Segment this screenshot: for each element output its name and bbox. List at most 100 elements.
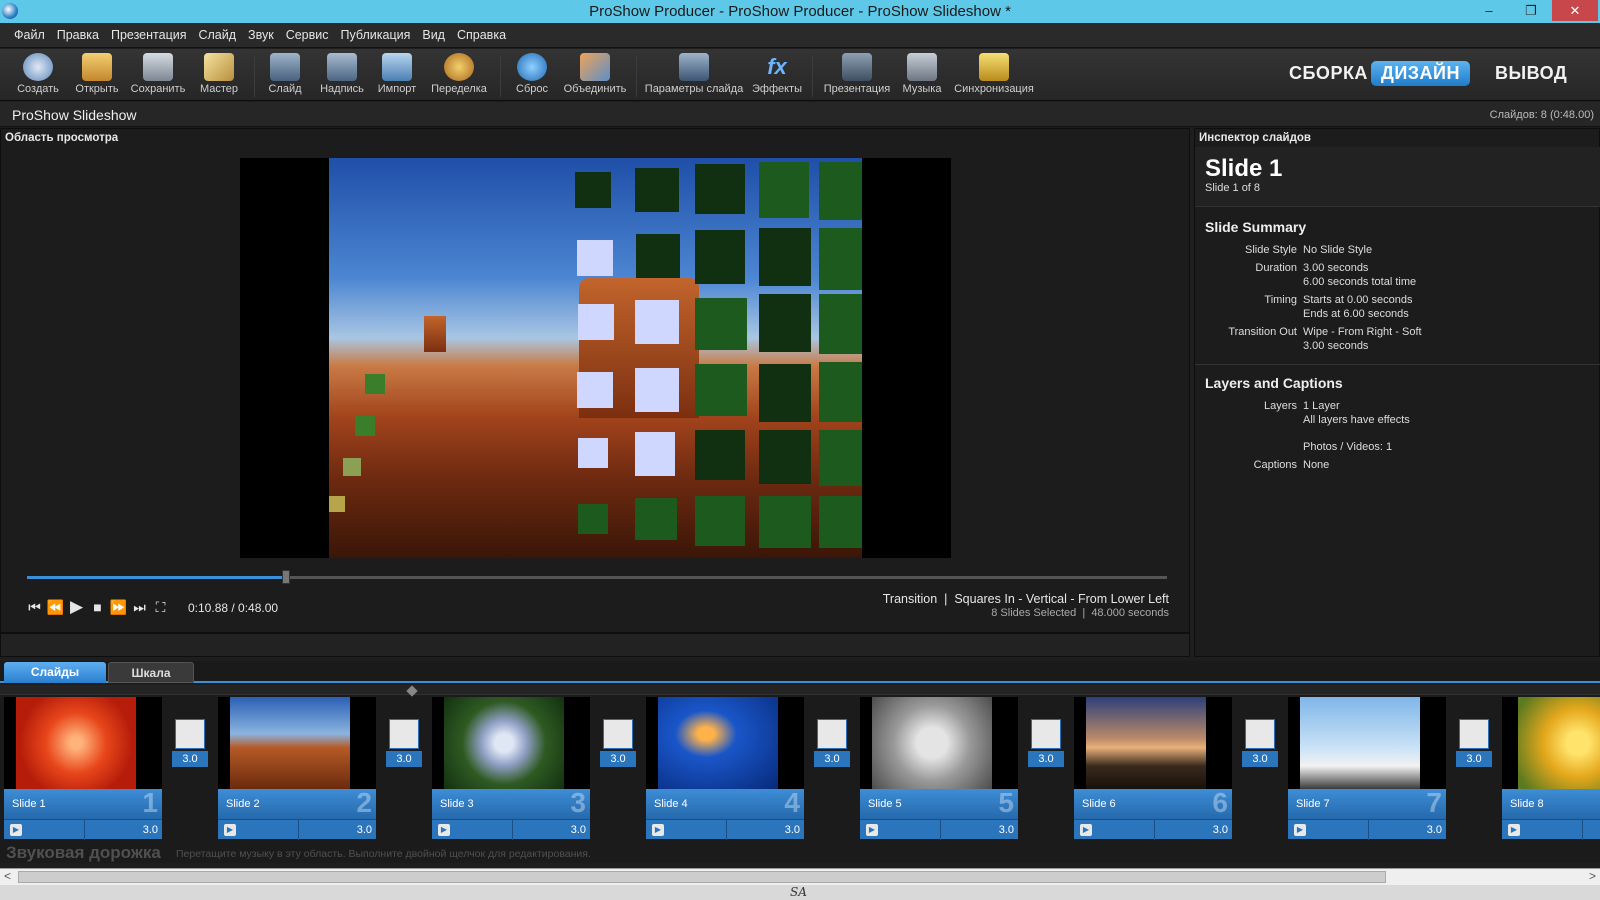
slide-card[interactable]: Slide 6 6 ▶ 3.0 — [1074, 697, 1232, 842]
effects-button[interactable]: fx Эффекты — [752, 53, 802, 95]
merge-button[interactable]: Объединить — [561, 53, 629, 95]
merge-label: Объединить — [563, 83, 627, 95]
music-button[interactable]: Музыка — [898, 53, 946, 95]
close-button[interactable]: ✕ — [1552, 0, 1598, 21]
horizontal-scrollbar[interactable]: < > — [0, 868, 1600, 885]
transition-cell[interactable]: 3.0 — [1242, 719, 1278, 767]
mode-build-button[interactable]: СБОРКА — [1289, 63, 1368, 84]
slide-image — [1300, 697, 1420, 789]
create-button[interactable]: Создать — [16, 53, 60, 95]
caption-button[interactable]: Надпись — [318, 53, 366, 95]
slide-duration-bar: ▶ 3.0 — [218, 819, 376, 840]
transition-cell[interactable]: 3.0 — [814, 719, 850, 767]
skip-to-start-icon[interactable]: ⏮ — [25, 599, 44, 616]
menu-tools[interactable]: Сервис — [280, 23, 335, 42]
menu-help[interactable]: Справка — [451, 23, 512, 42]
menu-slide[interactable]: Слайд — [192, 23, 242, 42]
transition-duration: 3.0 — [1242, 751, 1278, 767]
photos-videos-link[interactable]: Photos / Videos: 1 — [1303, 440, 1392, 454]
sync-button[interactable]: Синхронизация — [952, 53, 1036, 95]
transition-cell[interactable]: 3.0 — [1456, 719, 1492, 767]
transition-cell[interactable]: 3.0 — [600, 719, 636, 767]
menu-publish[interactable]: Публикация — [335, 23, 417, 42]
reset-button[interactable]: Сброс — [510, 53, 554, 95]
transition-square — [578, 504, 608, 534]
scroll-left-icon[interactable]: < — [4, 869, 11, 883]
fx-icon: fx — [767, 54, 787, 79]
transition-cell[interactable]: 3.0 — [172, 719, 208, 767]
slide-duration[interactable]: 3.0 — [1427, 824, 1442, 836]
duration-total-link[interactable]: 6.00 seconds total time — [1303, 275, 1416, 289]
mode-design-button[interactable]: ДИЗАЙН — [1371, 61, 1470, 86]
fast-forward-icon[interactable]: ⏩ — [109, 599, 128, 616]
rewind-icon[interactable]: ⏪ — [46, 599, 65, 616]
slide-card[interactable]: Slide 3 3 ▶ 3.0 — [432, 697, 590, 842]
slide-duration[interactable]: 3.0 — [999, 824, 1014, 836]
slide-duration[interactable]: 3.0 — [571, 824, 586, 836]
play-slide-icon[interactable]: ▶ — [1508, 824, 1520, 836]
menu-file[interactable]: Файл — [8, 23, 51, 42]
mode-output-button[interactable]: ВЫВОД — [1495, 63, 1567, 84]
transition-cell[interactable]: 3.0 — [386, 719, 422, 767]
remix-button[interactable]: Переделка — [428, 53, 490, 95]
scroll-right-icon[interactable]: > — [1589, 869, 1596, 883]
slide-number: 5 — [998, 787, 1014, 818]
audio-track-title: Звуковая дорожка — [6, 843, 161, 862]
save-button[interactable]: Сохранить — [128, 53, 188, 95]
import-button[interactable]: Импорт — [374, 53, 420, 95]
add-slide-button[interactable]: Слайд — [263, 53, 307, 95]
slide-duration[interactable]: 3.0 — [785, 824, 800, 836]
open-button[interactable]: Открыть — [74, 53, 120, 95]
slide-card[interactable]: Slide 8 ▶ — [1502, 697, 1600, 842]
audio-track[interactable]: Звуковая дорожка Перетащите музыку в эту… — [0, 843, 1600, 863]
play-slide-icon[interactable]: ▶ — [438, 824, 450, 836]
slide-name: Slide 4 — [654, 798, 688, 810]
play-icon[interactable]: ▶ — [67, 597, 86, 617]
transition-duration: 3.0 — [600, 751, 636, 767]
fullscreen-icon[interactable]: ⛶ — [151, 599, 170, 616]
menu-audio[interactable]: Звук — [242, 23, 280, 42]
play-slide-icon[interactable]: ▶ — [10, 824, 22, 836]
captions-link[interactable]: None — [1303, 458, 1329, 472]
menu-show[interactable]: Презентация — [105, 23, 193, 42]
slide-list-tabs: Слайды Шкала — [0, 661, 1600, 683]
stop-icon[interactable]: ■ — [88, 599, 107, 615]
wizard-button[interactable]: Мастер — [196, 53, 242, 95]
show-options-button[interactable]: Презентация — [822, 53, 892, 95]
transition-square — [635, 300, 679, 344]
slide-duration[interactable]: 3.0 — [143, 824, 158, 836]
slide-card[interactable]: Slide 7 7 ▶ 3.0 — [1288, 697, 1446, 842]
transition-square — [695, 496, 745, 546]
play-slide-icon[interactable]: ▶ — [866, 824, 878, 836]
slide-style-link[interactable]: No Slide Style — [1303, 243, 1372, 257]
save-label: Сохранить — [130, 83, 186, 95]
slide-card[interactable]: Slide 5 5 ▶ 3.0 — [860, 697, 1018, 842]
layers-link[interactable]: 1 Layer — [1303, 399, 1340, 413]
layers-effects-link[interactable]: All layers have effects — [1303, 413, 1410, 427]
scrollbar-thumb[interactable] — [18, 871, 1386, 883]
slide-duration[interactable]: 3.0 — [357, 824, 372, 836]
slide-card[interactable]: Slide 4 4 ▶ 3.0 — [646, 697, 804, 842]
slide-options-button[interactable]: Параметры слайда — [644, 53, 744, 95]
tab-timeline[interactable]: Шкала — [108, 662, 194, 683]
slide-card[interactable]: Slide 1 1 ▶ 3.0 — [4, 697, 162, 842]
skip-to-end-icon[interactable]: ⏭ — [130, 599, 149, 616]
transition-cell[interactable]: 3.0 — [1028, 719, 1064, 767]
play-slide-icon[interactable]: ▶ — [1294, 824, 1306, 836]
menu-view[interactable]: Вид — [416, 23, 451, 42]
folder-icon — [82, 53, 112, 81]
play-slide-icon[interactable]: ▶ — [652, 824, 664, 836]
slide-card[interactable]: Slide 2 2 ▶ 3.0 — [218, 697, 376, 842]
scrubber-handle[interactable] — [281, 570, 290, 584]
restore-button[interactable]: ❐ — [1514, 0, 1548, 21]
slide-name: Slide 7 — [1296, 798, 1330, 810]
playback-scrubber[interactable] — [27, 570, 1167, 584]
tab-slides[interactable]: Слайды — [4, 662, 106, 683]
play-slide-icon[interactable]: ▶ — [1080, 824, 1092, 836]
menu-edit[interactable]: Правка — [51, 23, 105, 42]
duration-link[interactable]: 3.00 seconds — [1303, 261, 1368, 275]
slide-duration[interactable]: 3.0 — [1213, 824, 1228, 836]
minimize-button[interactable]: – — [1472, 0, 1506, 21]
playhead-marker[interactable] — [406, 685, 418, 697]
play-slide-icon[interactable]: ▶ — [224, 824, 236, 836]
